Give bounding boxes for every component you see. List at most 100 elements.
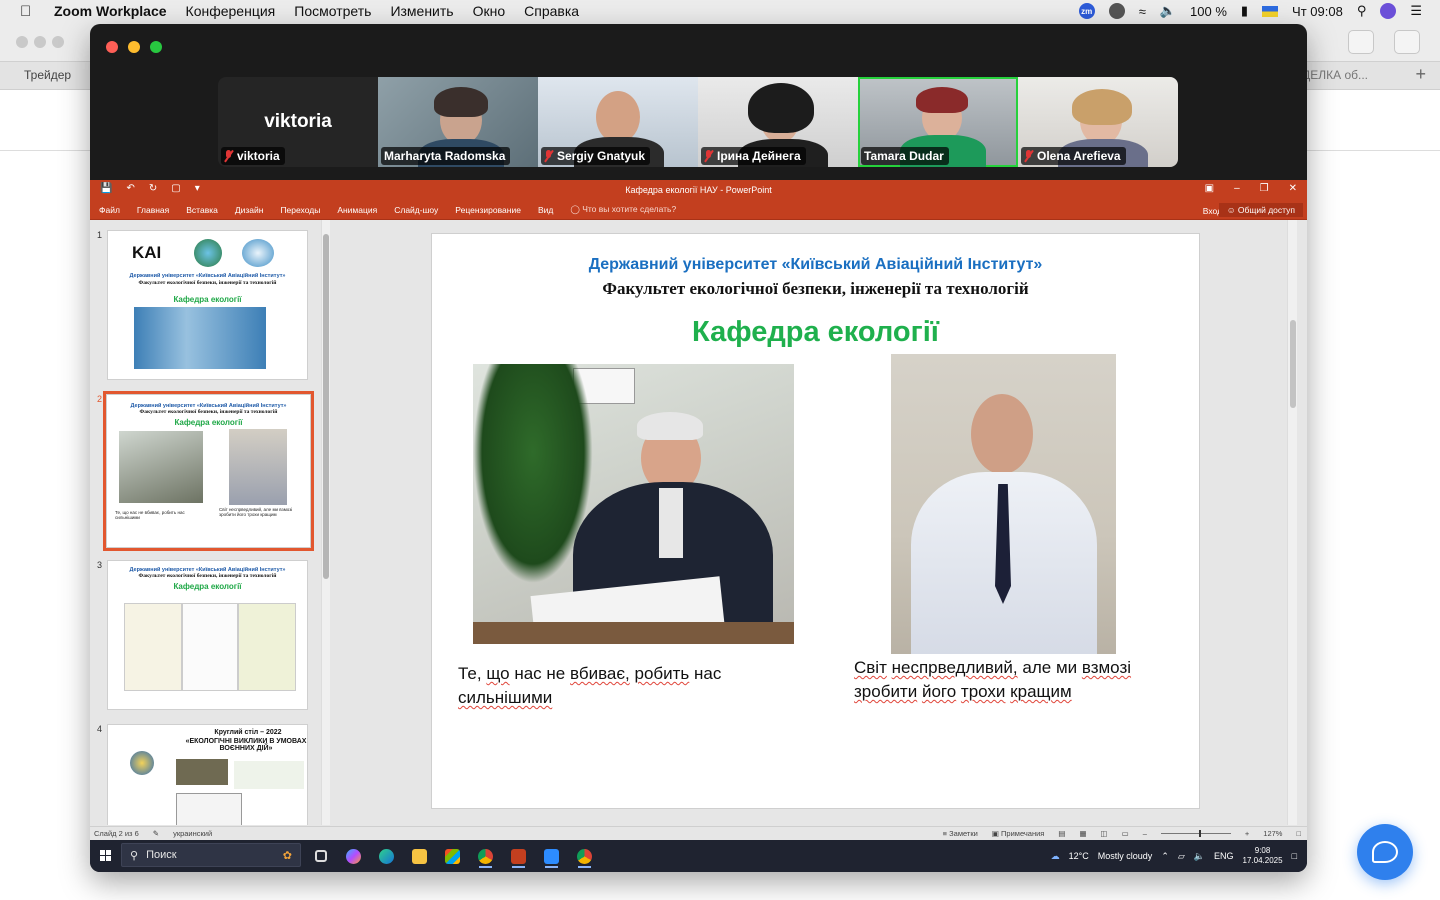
ribbon-display-options-icon[interactable]: ▣ — [1205, 183, 1214, 194]
siri-icon[interactable] — [1380, 3, 1397, 19]
notes-button[interactable]: ≡ Заметки — [943, 829, 978, 838]
menu-conference[interactable]: Конференция — [186, 3, 276, 19]
tab-slideshow[interactable]: Слайд-шоу — [394, 205, 438, 215]
zoom-taskbar-icon[interactable] — [539, 844, 564, 868]
tab-design[interactable]: Дизайн — [235, 205, 264, 215]
powerpoint-icon[interactable] — [506, 844, 531, 868]
slide-photo-professor[interactable] — [473, 364, 794, 644]
menu-window[interactable]: Окно — [473, 3, 506, 19]
notification-center-icon[interactable]: □ — [1292, 851, 1297, 861]
participant-name-label: Tamara Dudar — [861, 147, 949, 165]
thumbnail-scroll-thumb[interactable] — [323, 234, 329, 579]
window-fullscreen-button[interactable] — [150, 41, 162, 53]
participant-name-label: Marharyta Radomska — [381, 147, 511, 165]
tab-view[interactable]: Вид — [538, 205, 553, 215]
participant-tile-tamara[interactable]: Tamara Dudar — [858, 77, 1018, 167]
comments-button[interactable]: ▣ Примечания — [992, 829, 1045, 838]
caption-word-misspelled: сильнішими — [458, 687, 553, 707]
menu-app-name[interactable]: Zoom Workplace — [54, 3, 167, 19]
wifi-icon[interactable]: ≈ — [1139, 4, 1146, 19]
slide-thumbnail-1[interactable]: KAI Державний університет «Київський Аві… — [107, 230, 308, 380]
tab-home[interactable]: Главная — [137, 205, 169, 215]
tray-chevron-up-icon[interactable]: ⌃ — [1161, 851, 1169, 862]
microsoft-store-icon[interactable] — [440, 844, 465, 868]
normal-view-icon[interactable]: ▤ — [1058, 829, 1065, 838]
input-source-flag-icon[interactable] — [1262, 5, 1279, 17]
taskbar-clock[interactable]: 9:08 17.04.2025 — [1243, 846, 1283, 866]
volume-icon[interactable]: 🔈 — [1160, 3, 1176, 19]
caption-word: нас — [514, 664, 542, 683]
ppt-title-bar: 💾 ↶ ↻ ▢ ▾ Кафедра екології НАУ - PowerPo… — [90, 180, 1307, 200]
participant-tile-viktoria[interactable]: viktoria viktoria — [218, 77, 378, 167]
current-slide[interactable]: Державний університет «Київський Авіацій… — [431, 233, 1200, 809]
zoom-level[interactable]: 127% — [1263, 829, 1282, 838]
tell-me-search[interactable]: ◯ Что вы хотите сделать? — [570, 204, 676, 215]
slide-caption-left[interactable]: Те, що нас не вбиває, робить нас сильніш… — [458, 662, 788, 710]
slide-scroll-thumb[interactable] — [1290, 320, 1296, 408]
slide-caption-right[interactable]: Світ неспрведливий, але ми взмозі зробит… — [854, 656, 1184, 704]
slide-thumbnail-4[interactable]: Круглий стіл – 2022 «ЕКОЛОГІЧНІ ВИКЛИКИ … — [107, 724, 308, 825]
menubar-clock[interactable]: Чт 09:08 — [1292, 4, 1343, 19]
weather-text[interactable]: Mostly cloudy — [1098, 851, 1153, 861]
copilot-icon[interactable] — [341, 844, 366, 868]
support-chat-button[interactable] — [1357, 824, 1413, 880]
window-minimize-button[interactable] — [128, 41, 140, 53]
zoom-out-icon[interactable]: – — [1143, 829, 1147, 838]
ppt-close-icon[interactable]: ✕ — [1289, 183, 1297, 194]
window-close-button[interactable] — [106, 41, 118, 53]
taskbar-search-box[interactable]: ⚲ Поиск ✿ — [121, 843, 301, 867]
task-view-icon[interactable] — [308, 844, 333, 868]
ppt-minimize-icon[interactable]: – — [1234, 183, 1240, 194]
slide-thumbnail-2-selected[interactable]: Державний університет «Київський Авіацій… — [103, 391, 314, 551]
windows-start-icon[interactable] — [100, 850, 111, 861]
menu-help[interactable]: Справка — [524, 3, 579, 19]
zoom-in-icon[interactable]: + — [1245, 829, 1249, 838]
slide-sorter-icon[interactable]: ▦ — [1079, 829, 1086, 838]
tab-review[interactable]: Рецензирование — [455, 205, 521, 215]
muted-mic-icon — [224, 150, 233, 162]
slide-vertical-scrollbar[interactable] — [1287, 220, 1297, 825]
taskbar-time: 9:08 — [1254, 846, 1271, 855]
muted-mic-icon — [704, 150, 713, 162]
weather-cloud-icon[interactable]: ☁ — [1051, 851, 1060, 862]
language-indicator[interactable]: украинский — [173, 829, 212, 838]
fit-slide-icon[interactable]: □ — [1296, 829, 1301, 838]
menu-edit[interactable]: Изменить — [390, 3, 453, 19]
reading-view-icon[interactable]: ◫ — [1101, 829, 1108, 838]
speaker-icon[interactable]: 🔈 — [1194, 851, 1205, 862]
spotlight-search-icon[interactable]: ⚲ — [1357, 3, 1367, 19]
weather-temp[interactable]: 12°C — [1069, 851, 1089, 861]
participant-tile-marharyta[interactable]: Marharyta Radomska — [378, 77, 538, 167]
control-center-icon[interactable]: ☰ — [1410, 3, 1422, 19]
slide-thumbnail-3[interactable]: Державний університет «Київський Авіацій… — [107, 560, 308, 710]
screen-recording-icon[interactable] — [1108, 3, 1125, 19]
thumb3-book-cover-3 — [238, 603, 296, 691]
tab-transitions[interactable]: Переходы — [280, 205, 320, 215]
menu-view[interactable]: Посмотреть — [294, 3, 371, 19]
spellcheck-icon[interactable]: ✎ — [153, 829, 159, 838]
zoom-status-icon[interactable]: zm — [1078, 3, 1095, 19]
tab-animations[interactable]: Анимация — [337, 205, 377, 215]
edge-icon[interactable] — [374, 844, 399, 868]
apple-menu-icon[interactable]:  — [20, 3, 38, 20]
zoom-slider[interactable] — [1160, 830, 1231, 837]
tab-file[interactable]: Файл — [99, 205, 120, 215]
file-explorer-icon[interactable] — [407, 844, 432, 868]
participant-video-hair — [1072, 89, 1132, 125]
battery-icon[interactable]: ▮ — [1241, 3, 1248, 19]
thumbnail-scrollbar[interactable] — [321, 220, 330, 825]
network-icon[interactable]: ▱ — [1178, 851, 1185, 862]
participant-tile-iryna[interactable]: Ірина Дейнега — [698, 77, 858, 167]
tab-insert[interactable]: Вставка — [186, 205, 218, 215]
share-button[interactable]: ☺ Общий доступ — [1218, 203, 1303, 217]
slideshow-view-icon[interactable]: ▭ — [1122, 829, 1129, 838]
ppt-restore-icon[interactable]: ❐ — [1260, 183, 1269, 194]
participant-tile-sergiy[interactable]: Sergiy Gnatyuk — [538, 77, 698, 167]
chrome-profile-icon[interactable] — [572, 844, 597, 868]
keyboard-lang[interactable]: ENG — [1214, 851, 1234, 861]
chrome-icon[interactable] — [473, 844, 498, 868]
slide-photo-lecturer[interactable] — [891, 354, 1116, 654]
participant-tile-olena[interactable]: Olena Arefieva — [1018, 77, 1178, 167]
participant-name-label: viktoria — [221, 147, 285, 165]
bg-minimize-dot — [34, 36, 46, 48]
